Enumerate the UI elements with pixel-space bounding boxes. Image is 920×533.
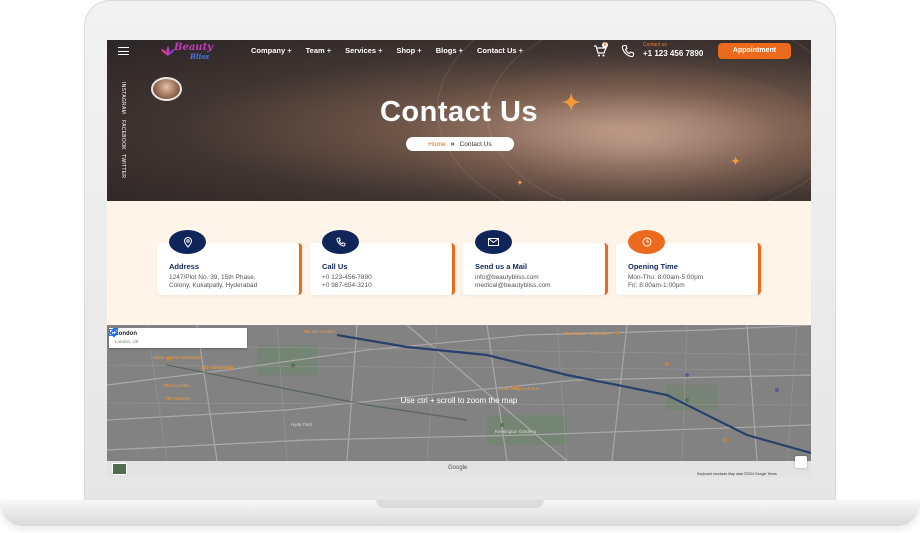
phone-icon	[322, 230, 359, 254]
card-title: Call Us	[322, 262, 348, 271]
card-line: 1247/Plot No. 39, 15th Phase,	[169, 274, 256, 281]
breadcrumb-separator-icon: »	[450, 140, 455, 148]
hamburger-menu-icon[interactable]	[118, 47, 129, 55]
map-label: The 411 London	[303, 329, 336, 334]
opening-time-card: Opening Time Mon-Thu: 8:00am-5:00pm Fri:…	[616, 230, 761, 295]
nav-links: Company + Team + Services + Shop + Blogs…	[251, 46, 537, 55]
laptop-notch	[376, 500, 544, 508]
navbar: Beauty Bliss Company + Team + Services +…	[107, 40, 811, 62]
phone-icon	[621, 44, 635, 58]
nav-contact-us[interactable]: Contact Us +	[477, 46, 523, 55]
directions-icon[interactable]	[109, 328, 119, 338]
map-place-card: London London, UK	[109, 328, 247, 348]
sparkle-icon: ✦	[731, 156, 741, 168]
map-satellite-toggle[interactable]	[112, 463, 127, 475]
map-label: Hotel Indigo London	[499, 386, 540, 391]
website-screen: Beauty Bliss Company + Team + Services +…	[107, 40, 811, 477]
map-label: Hyde Park	[291, 422, 313, 427]
nav-services[interactable]: Services +	[345, 46, 382, 55]
nav-team[interactable]: Team +	[306, 46, 332, 55]
card-title: Opening Time	[628, 262, 678, 271]
contact-info-section: Address 1247/Plot No. 39, 15th Phase, Co…	[107, 201, 811, 325]
card-title: Address	[169, 262, 200, 271]
breadcrumb-home-link[interactable]: Home	[428, 141, 445, 148]
breadcrumb-current: Contact Us	[459, 140, 492, 148]
contact-number[interactable]: +1 123 456 7890	[643, 49, 703, 58]
sparkle-icon: ✦	[517, 180, 523, 187]
nav-blogs[interactable]: Blogs +	[436, 46, 463, 55]
appointment-button[interactable]: Appointment	[718, 43, 791, 59]
embedded-map[interactable]: The 411 London The Wallace Collection Hi…	[107, 325, 811, 477]
contact-label: Contact us	[643, 42, 667, 48]
address-card: Address 1247/Plot No. 39, 15th Phase, Co…	[157, 230, 302, 295]
clock-icon	[628, 230, 665, 254]
card-line[interactable]: info@beautybliss.com	[475, 274, 539, 281]
sparkle-icon: ✦	[562, 90, 581, 115]
site-logo[interactable]: Beauty Bliss	[160, 41, 226, 61]
fullscreen-icon[interactable]	[795, 456, 807, 468]
map-label: Hilton London Metropole	[153, 355, 203, 360]
breadcrumb: Home » Contact Us	[406, 137, 514, 151]
nav-shop[interactable]: Shop +	[396, 46, 421, 55]
card-line: Mon-Thu: 8:00am-5:00pm	[628, 274, 704, 281]
logo-subtext: Bliss	[190, 52, 210, 61]
hero-banner: Beauty Bliss Company + Team + Services +…	[107, 40, 811, 240]
call-us-card: Call Us +0 123-456-7890 +0 987-654-3210	[310, 230, 455, 295]
laptop-mockup: Beauty Bliss Company + Team + Services +…	[0, 0, 920, 533]
card-line[interactable]: medical@beautybliss.com	[475, 282, 551, 289]
map-zoom-hint: Use ctrl + scroll to zoom the map	[400, 396, 518, 405]
map-label: The Wallace Collection	[563, 331, 609, 336]
google-logo: Google	[448, 465, 468, 471]
map-label: The Ivy Café	[163, 383, 189, 388]
cart-count-badge: 0	[602, 42, 608, 48]
location-pin-icon	[169, 230, 206, 254]
card-title: Send us a Mail	[475, 262, 528, 271]
map-label: The Marylebone	[201, 365, 234, 370]
social-twitter[interactable]: TWITTER	[120, 154, 126, 178]
nav-company[interactable]: Company +	[251, 46, 292, 55]
page-title: Contact Us	[379, 96, 539, 128]
mail-icon	[475, 230, 512, 254]
map-label: Kensington Gardens	[495, 429, 537, 434]
card-line: Colony, Kukatpally, Hyderabad	[169, 282, 258, 289]
map-terms[interactable]: Keyboard shortcuts Map data ©2024 Google…	[697, 472, 777, 476]
card-line[interactable]: +0 987-654-3210	[322, 282, 372, 289]
mail-card: Send us a Mail info@beautybliss.com medi…	[463, 230, 608, 295]
card-line: Fri: 8:00am-1:00pm	[628, 282, 685, 289]
map-place-address: London, UK	[115, 339, 139, 344]
card-line[interactable]: +0 123-456-7890	[322, 274, 372, 281]
